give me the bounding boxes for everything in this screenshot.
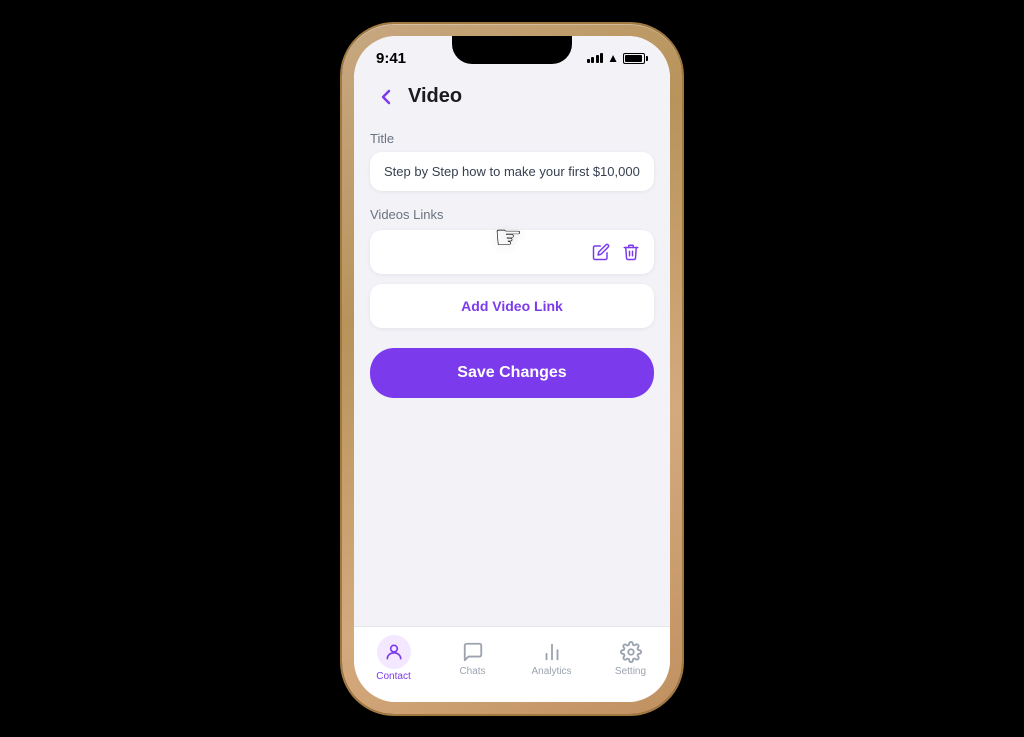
save-changes-button[interactable]: Save Changes (370, 348, 654, 398)
analytics-icon (540, 640, 564, 664)
delete-icon[interactable] (622, 243, 640, 261)
nav-item-analytics[interactable]: Analytics (512, 640, 591, 677)
chats-label: Chats (459, 666, 485, 677)
contact-label: Contact (376, 671, 410, 682)
analytics-label: Analytics (531, 666, 571, 677)
notch (452, 36, 572, 64)
bottom-nav: Contact Chats (354, 626, 670, 702)
nav-item-chats[interactable]: Chats (433, 640, 512, 677)
wifi-icon: ▲ (607, 52, 619, 64)
edit-icon[interactable] (592, 243, 610, 261)
header: Video (354, 73, 670, 123)
signal-icon (587, 53, 604, 63)
setting-label: Setting (615, 666, 646, 677)
title-input[interactable] (370, 152, 654, 191)
back-button[interactable] (370, 81, 402, 113)
contact-active-bg (377, 635, 411, 669)
videos-links-label: Videos Links (370, 207, 654, 222)
status-icons: ▲ (587, 52, 648, 64)
nav-item-contact[interactable]: Contact (354, 635, 433, 682)
page-title: Video (408, 85, 462, 108)
add-video-link-button[interactable]: Add Video Link (370, 284, 654, 328)
form-area: Title Videos Links (354, 123, 670, 626)
status-time: 9:41 (376, 50, 406, 67)
nav-item-setting[interactable]: Setting (591, 640, 670, 677)
screen-content: Video Title Videos Links (354, 73, 670, 702)
setting-icon (619, 640, 643, 664)
contact-icon (384, 642, 404, 662)
title-label: Title (370, 131, 654, 146)
video-link-item (370, 230, 654, 274)
phone-device: 9:41 ▲ Video (342, 24, 682, 714)
phone-screen: 9:41 ▲ Video (354, 36, 670, 702)
chats-icon (461, 640, 485, 664)
battery-icon (623, 53, 648, 64)
